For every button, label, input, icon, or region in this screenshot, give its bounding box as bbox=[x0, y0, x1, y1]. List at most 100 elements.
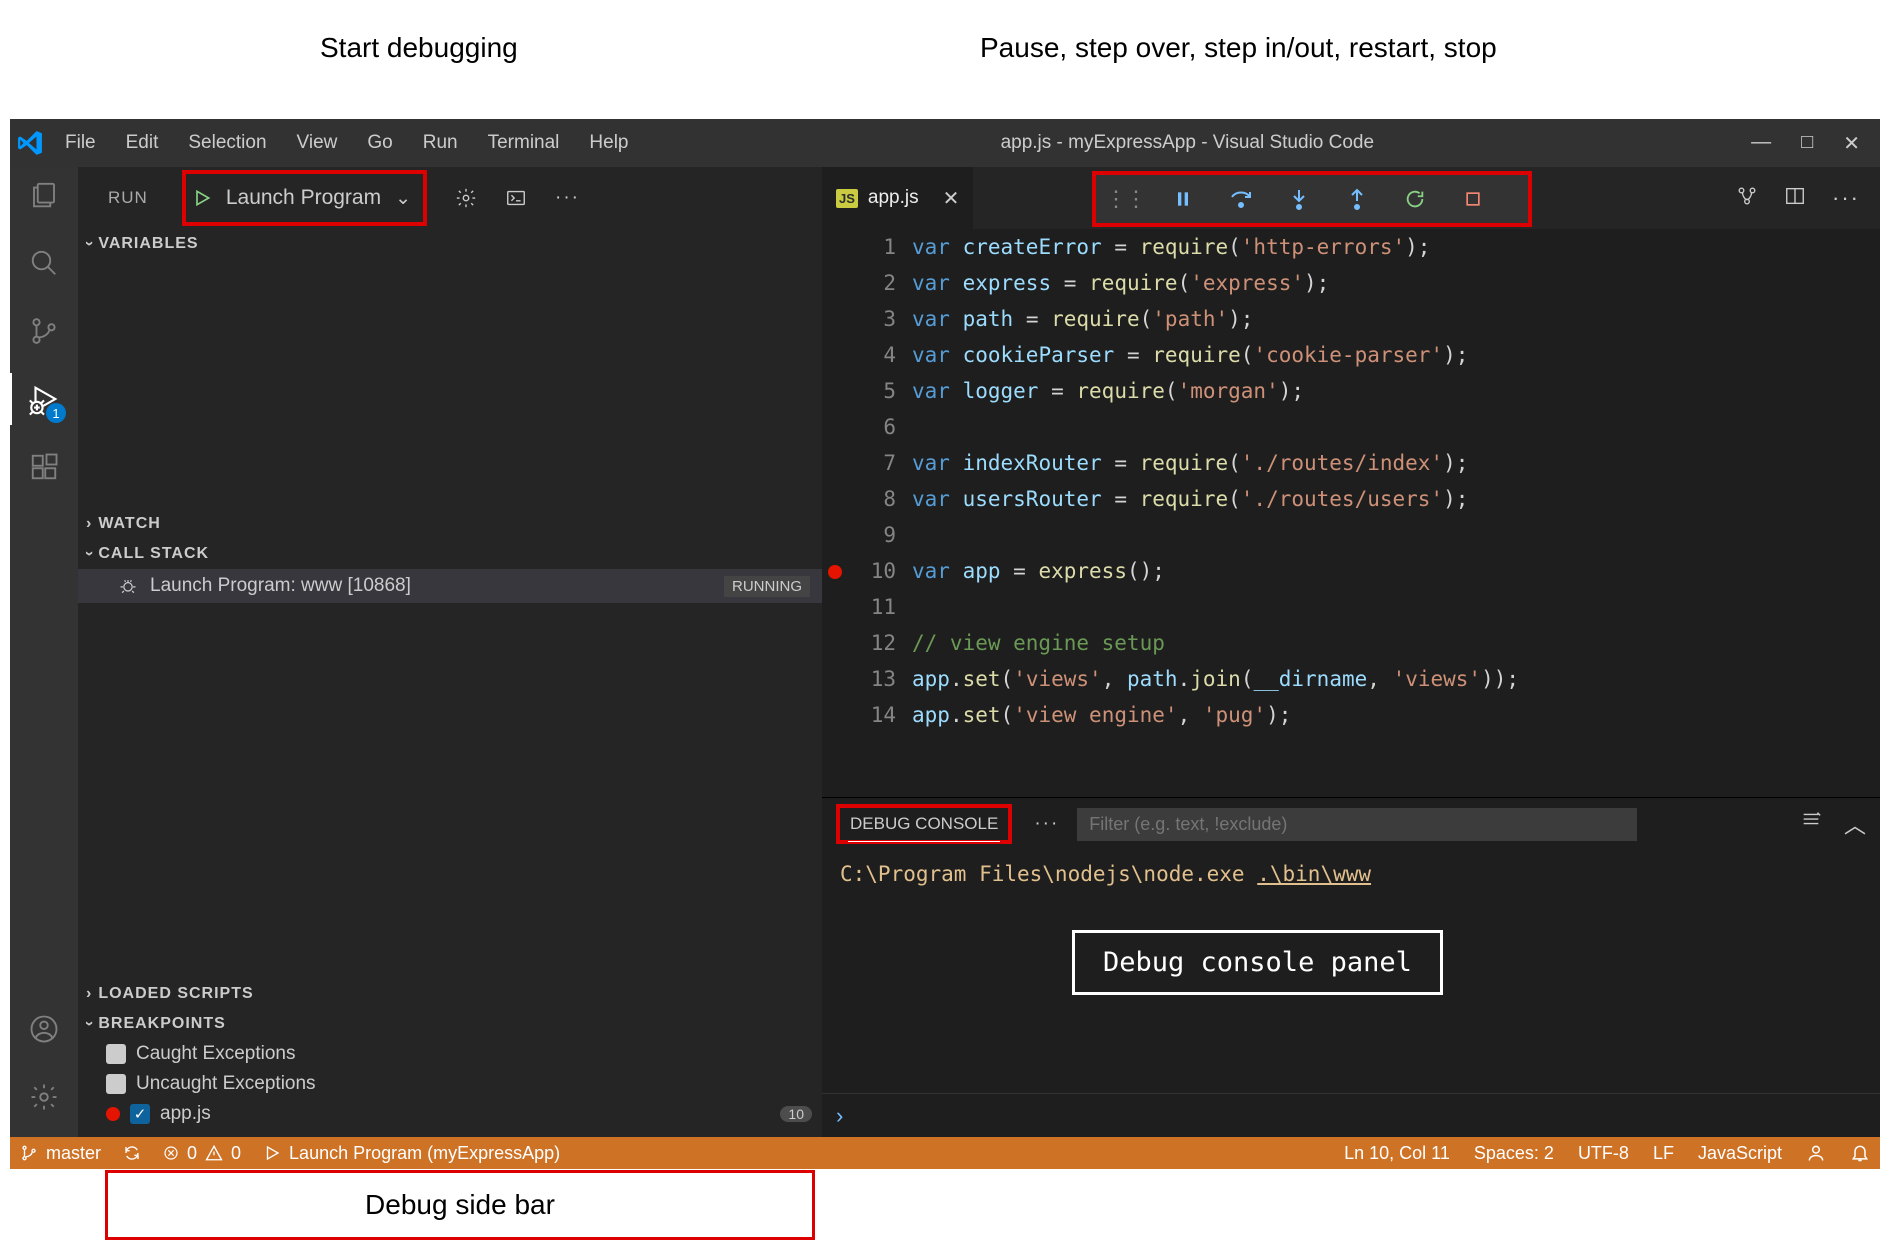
menu-bar: File Edit Selection View Go Run Terminal… bbox=[50, 132, 644, 154]
launch-config-selector[interactable]: Launch Program ⌄ bbox=[182, 170, 427, 226]
editor-tabs: JS app.js ✕ ⋮⋮ ··· bbox=[822, 167, 1880, 229]
section-variables[interactable]: ›VARIABLES bbox=[78, 229, 822, 259]
launch-config-label: Launch Program bbox=[226, 186, 381, 210]
bell-icon[interactable] bbox=[1850, 1143, 1870, 1164]
step-over-icon[interactable] bbox=[1228, 189, 1254, 209]
bp-line-badge: 10 bbox=[780, 1106, 812, 1122]
debug-console-icon[interactable] bbox=[505, 187, 527, 209]
editor-actions: ··· bbox=[1736, 185, 1870, 211]
activity-search[interactable] bbox=[24, 243, 64, 283]
stop-icon[interactable] bbox=[1460, 189, 1486, 209]
status-ln-col[interactable]: Ln 10, Col 11 bbox=[1344, 1143, 1450, 1164]
play-icon bbox=[192, 188, 212, 208]
pause-icon[interactable] bbox=[1170, 189, 1196, 209]
activity-extensions[interactable] bbox=[24, 447, 64, 487]
status-eol[interactable]: LF bbox=[1653, 1143, 1674, 1164]
line-gutter: 1234567891011121314 bbox=[822, 229, 912, 797]
menu-file[interactable]: File bbox=[50, 132, 111, 154]
checkbox-icon[interactable] bbox=[106, 1074, 126, 1094]
menu-go[interactable]: Go bbox=[352, 132, 407, 154]
annotation-debug-sidebar: Debug side bar bbox=[365, 1189, 555, 1221]
bp-uncaught-exceptions[interactable]: Uncaught Exceptions bbox=[78, 1069, 822, 1099]
status-bar: master 0 0 Launch Program (myExpressApp)… bbox=[10, 1137, 1880, 1169]
section-watch[interactable]: ›WATCH bbox=[78, 509, 822, 539]
debug-toolbar[interactable]: ⋮⋮ bbox=[1092, 171, 1532, 227]
chevron-up-icon[interactable]: ︿ bbox=[1844, 808, 1866, 840]
clear-console-icon[interactable] bbox=[1800, 808, 1822, 840]
activity-bar: 1 bbox=[10, 167, 78, 1137]
grip-icon[interactable]: ⋮⋮ bbox=[1112, 186, 1138, 212]
close-icon[interactable]: ✕ bbox=[943, 186, 960, 211]
status-debug-target[interactable]: Launch Program (myExpressApp) bbox=[263, 1143, 560, 1164]
callstack-status: RUNNING bbox=[724, 576, 810, 597]
tab-appjs[interactable]: JS app.js ✕ bbox=[822, 167, 973, 229]
minimize-button[interactable]: — bbox=[1751, 131, 1771, 156]
activity-settings[interactable] bbox=[24, 1077, 64, 1117]
section-callstack[interactable]: ›CALL STACK bbox=[78, 539, 822, 569]
breakpoint-dot-icon bbox=[106, 1107, 120, 1121]
menu-help[interactable]: Help bbox=[574, 132, 643, 154]
close-button[interactable]: ✕ bbox=[1843, 131, 1860, 156]
section-loaded-scripts[interactable]: ›LOADED SCRIPTS bbox=[78, 979, 822, 1009]
menu-selection[interactable]: Selection bbox=[173, 132, 281, 154]
tab-label: app.js bbox=[868, 187, 919, 209]
annotation-debug-sidebar-box: Debug side bar bbox=[105, 1170, 815, 1240]
chevron-down-icon: ⌄ bbox=[395, 187, 411, 210]
js-file-icon: JS bbox=[836, 189, 858, 208]
debug-sidebar: RUN Launch Program ⌄ ··· ›VARIABLES ›WAT… bbox=[78, 167, 822, 1137]
bp-file-appjs[interactable]: ✓ app.js 10 bbox=[78, 1099, 822, 1129]
status-language[interactable]: JavaScript bbox=[1698, 1143, 1782, 1164]
step-out-icon[interactable] bbox=[1344, 188, 1370, 210]
restart-icon[interactable] bbox=[1402, 188, 1428, 210]
split-editor-icon[interactable] bbox=[1784, 185, 1806, 211]
activity-accounts[interactable] bbox=[24, 1009, 64, 1049]
activity-source-control[interactable] bbox=[24, 311, 64, 351]
menu-edit[interactable]: Edit bbox=[111, 132, 174, 154]
step-into-icon[interactable] bbox=[1286, 188, 1312, 210]
vscode-window: File Edit Selection View Go Run Terminal… bbox=[10, 119, 1880, 1169]
maximize-button[interactable]: □ bbox=[1801, 131, 1813, 156]
section-breakpoints[interactable]: ›BREAKPOINTS bbox=[78, 1009, 822, 1039]
sidebar-header: RUN Launch Program ⌄ ··· bbox=[78, 167, 822, 229]
compare-icon[interactable] bbox=[1736, 185, 1758, 211]
callstack-label: Launch Program: www [10868] bbox=[150, 575, 411, 597]
code-content[interactable]: var createError = require('http-errors')… bbox=[912, 229, 1880, 797]
more-icon[interactable]: ··· bbox=[555, 187, 580, 209]
annotation-console-panel: Debug console panel bbox=[1072, 930, 1443, 995]
sidebar-title: RUN bbox=[108, 188, 148, 208]
panel-tabs: DEBUG CONSOLE ··· ︿ bbox=[822, 798, 1880, 850]
editor-group: JS app.js ✕ ⋮⋮ ··· bbox=[822, 167, 1880, 1137]
activity-explorer[interactable] bbox=[24, 175, 64, 215]
annotation-start-debugging: Start debugging bbox=[320, 32, 518, 64]
more-icon[interactable]: ··· bbox=[1832, 185, 1860, 211]
status-encoding[interactable]: UTF-8 bbox=[1578, 1143, 1629, 1164]
code-editor[interactable]: 1234567891011121314 var createError = re… bbox=[822, 229, 1880, 797]
feedback-icon[interactable] bbox=[1806, 1143, 1826, 1164]
more-icon[interactable]: ··· bbox=[1034, 813, 1059, 835]
window-controls: — □ ✕ bbox=[1731, 131, 1880, 156]
vscode-logo-icon bbox=[10, 130, 50, 156]
callstack-item[interactable]: Launch Program: www [10868] RUNNING bbox=[78, 569, 822, 603]
console-text: C:\Program Files\nodejs\node.exe bbox=[840, 862, 1257, 886]
status-branch[interactable]: master bbox=[20, 1143, 101, 1164]
debug-badge: 1 bbox=[46, 403, 66, 423]
menu-run[interactable]: Run bbox=[408, 132, 473, 154]
gear-icon[interactable] bbox=[455, 187, 477, 209]
activity-run-debug[interactable]: 1 bbox=[24, 379, 64, 419]
console-filter-input[interactable] bbox=[1077, 808, 1637, 841]
menu-view[interactable]: View bbox=[282, 132, 353, 154]
checkbox-icon[interactable] bbox=[106, 1044, 126, 1064]
console-link[interactable]: .\bin\www bbox=[1257, 862, 1371, 886]
tab-debug-console[interactable]: DEBUG CONSOLE bbox=[836, 804, 1012, 844]
status-sync[interactable] bbox=[123, 1144, 141, 1162]
annotation-debug-toolbar: Pause, step over, step in/out, restart, … bbox=[980, 32, 1497, 64]
title-bar: File Edit Selection View Go Run Terminal… bbox=[10, 119, 1880, 167]
bp-caught-exceptions[interactable]: Caught Exceptions bbox=[78, 1039, 822, 1069]
status-spaces[interactable]: Spaces: 2 bbox=[1474, 1143, 1554, 1164]
status-problems[interactable]: 0 0 bbox=[163, 1143, 241, 1164]
checkbox-checked-icon[interactable]: ✓ bbox=[130, 1104, 150, 1124]
console-prompt[interactable]: › bbox=[822, 1093, 1880, 1137]
menu-terminal[interactable]: Terminal bbox=[473, 132, 575, 154]
window-title: app.js - myExpressApp - Visual Studio Co… bbox=[644, 132, 1732, 154]
console-output[interactable]: C:\Program Files\nodejs\node.exe .\bin\w… bbox=[822, 850, 1880, 1093]
